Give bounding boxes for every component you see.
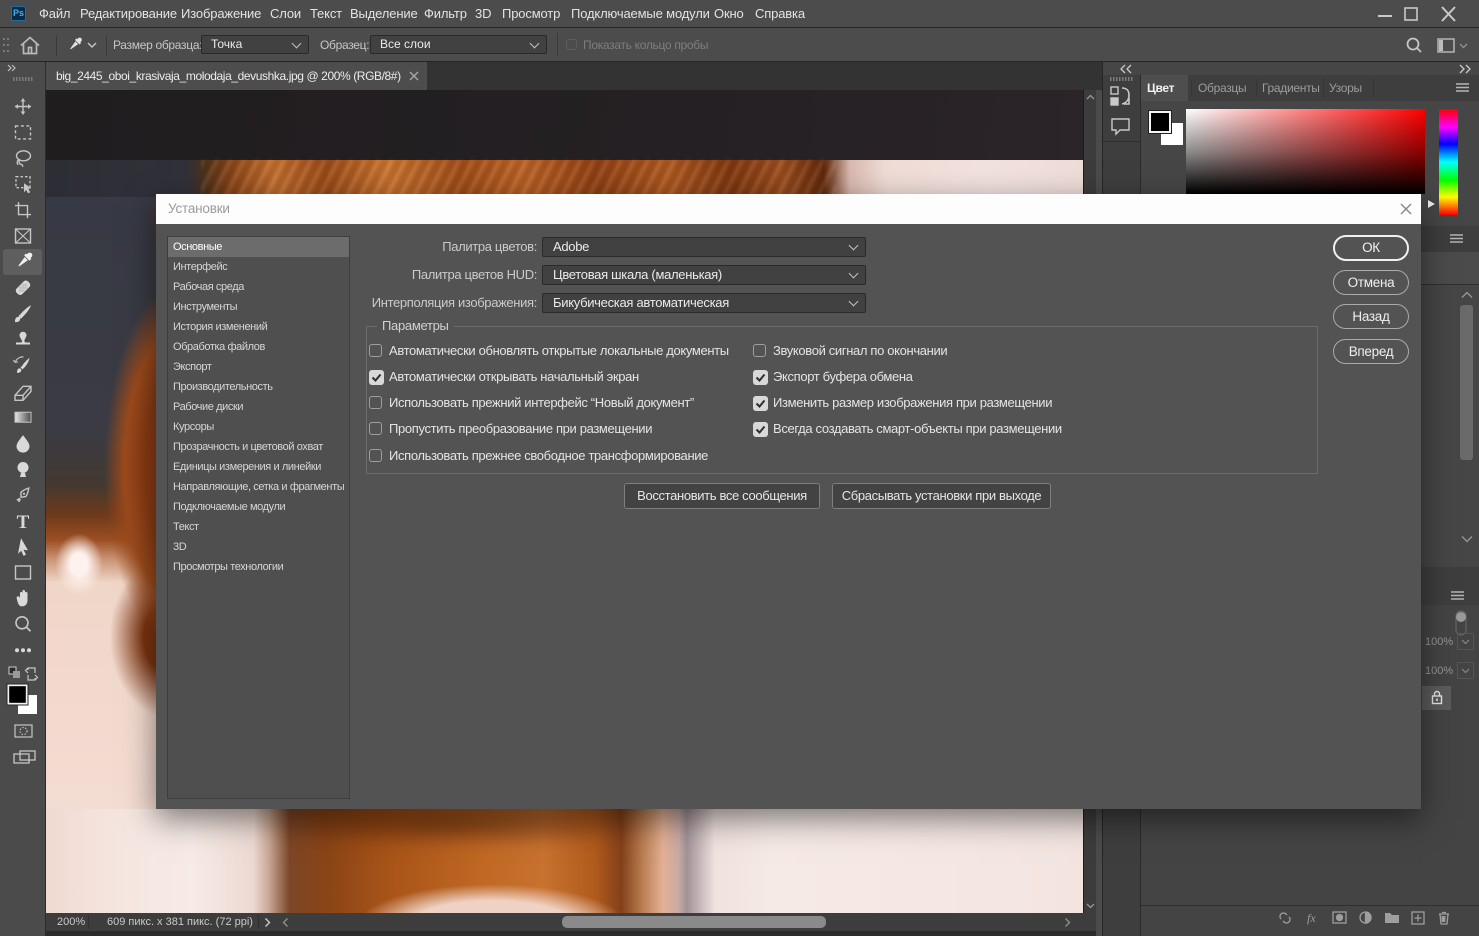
svg-text:fx: fx [1307, 911, 1316, 925]
svg-text:T: T [17, 512, 30, 533]
